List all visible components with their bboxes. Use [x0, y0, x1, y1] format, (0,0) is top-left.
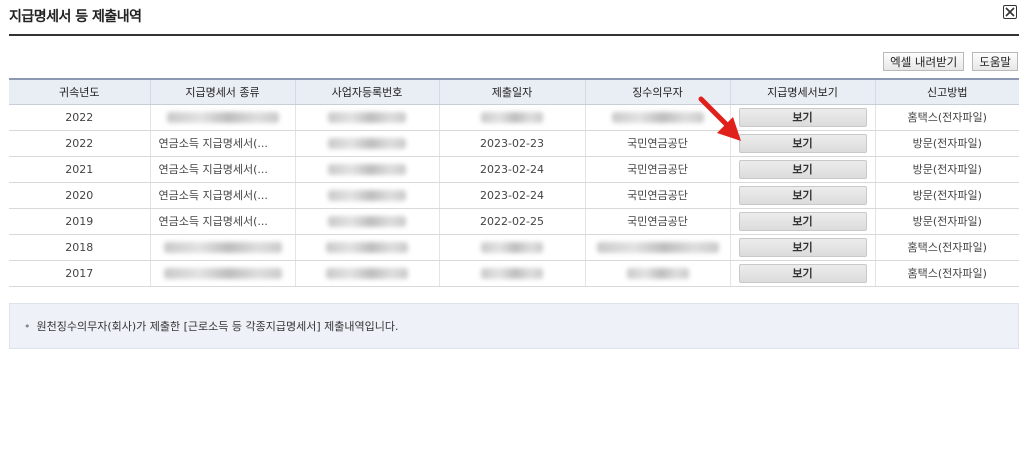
cell-payer-redacted — [584, 234, 730, 261]
cell-bizno-redacted — [294, 182, 439, 209]
cell-method: 방문(전자파일) — [874, 182, 1019, 209]
cell-method: 홈택스(전자파일) — [874, 104, 1019, 131]
cell-method: 방문(전자파일) — [874, 156, 1019, 183]
cell-bizno-redacted — [294, 104, 439, 131]
cell-bizno-redacted — [294, 234, 439, 261]
cell-type-redacted — [149, 260, 295, 287]
cell-year: 2020 — [9, 182, 150, 209]
cell-bizno-redacted — [294, 208, 439, 235]
cell-year: 2019 — [9, 208, 150, 235]
submission-table: 귀속년도 지급명세서 종류 사업자등록번호 제출일자 징수의무자 지급명세서보기… — [9, 78, 1019, 287]
table-row: 2018 보기 홈택스(전자파일) — [9, 234, 1019, 261]
cell-method: 방문(전자파일) — [874, 208, 1019, 235]
cell-year: 2021 — [9, 156, 150, 183]
view-button[interactable]: 보기 — [738, 107, 867, 127]
cell-type: 연금소득 지급명세서(... — [149, 130, 295, 157]
cell-method: 홈택스(전자파일) — [874, 234, 1019, 261]
cell-year: 2022 — [9, 130, 150, 157]
cell-year: 2018 — [9, 234, 150, 261]
table-row: 2017 보기 홈택스(전자파일) — [9, 260, 1019, 287]
toolbar: 엑셀 내려받기 도움말 — [883, 52, 1018, 71]
help-button[interactable]: 도움말 — [972, 52, 1018, 71]
cell-method: 홈택스(전자파일) — [874, 260, 1019, 287]
table-row: 2021 연금소득 지급명세서(... 2023-02-24 국민연금공단 보기… — [9, 156, 1019, 183]
view-button[interactable]: 보기 — [738, 237, 867, 257]
col-header-method: 신고방법 — [874, 78, 1019, 105]
table-row: 2022 연금소득 지급명세서(... 2023-02-23 국민연금공단 보기… — [9, 130, 1019, 157]
cell-bizno-redacted — [294, 130, 439, 157]
cell-payer: 국민연금공단 — [584, 208, 730, 235]
view-button[interactable]: 보기 — [738, 185, 867, 205]
cell-date-redacted — [438, 104, 585, 131]
close-icon[interactable] — [1003, 5, 1017, 19]
cell-type-redacted — [149, 104, 295, 131]
cell-method: 방문(전자파일) — [874, 130, 1019, 157]
cell-bizno-redacted — [294, 260, 439, 287]
bullet-icon: • — [24, 319, 31, 333]
col-header-year: 귀속년도 — [9, 78, 150, 105]
cell-type-redacted — [149, 234, 295, 261]
cell-date: 2022-02-25 — [438, 208, 585, 235]
col-header-payer: 징수의무자 — [584, 78, 730, 105]
cell-year: 2017 — [9, 260, 150, 287]
view-button[interactable]: 보기 — [738, 263, 867, 283]
col-header-type: 지급명세서 종류 — [149, 78, 295, 105]
cell-date: 2023-02-24 — [438, 182, 585, 209]
col-header-bizno: 사업자등록번호 — [294, 78, 439, 105]
notice-box: • 원천징수의무자(회사)가 제출한 [근로소득 등 각종지급명세서] 제출내역… — [9, 303, 1019, 349]
view-button[interactable]: 보기 — [738, 211, 867, 231]
col-header-date: 제출일자 — [438, 78, 585, 105]
notice-text: 원천징수의무자(회사)가 제출한 [근로소득 등 각종지급명세서] 제출내역입니… — [36, 320, 399, 333]
cell-payer: 국민연금공단 — [584, 182, 730, 209]
cell-date: 2023-02-24 — [438, 156, 585, 183]
view-button[interactable]: 보기 — [738, 133, 867, 153]
cell-type: 연금소득 지급명세서(... — [149, 208, 295, 235]
cell-type: 연금소득 지급명세서(... — [149, 182, 295, 209]
table-row: 2022 보기 홈택스(전자파일) — [9, 104, 1019, 131]
excel-download-button[interactable]: 엑셀 내려받기 — [883, 52, 965, 71]
col-header-view: 지급명세서보기 — [729, 78, 875, 105]
cell-payer-redacted — [584, 104, 730, 131]
cell-bizno-redacted — [294, 156, 439, 183]
table-header-row: 귀속년도 지급명세서 종류 사업자등록번호 제출일자 징수의무자 지급명세서보기… — [9, 78, 1019, 105]
cell-year: 2022 — [9, 104, 150, 131]
cell-date-redacted — [438, 260, 585, 287]
cell-payer-redacted — [584, 260, 730, 287]
cell-payer: 국민연금공단 — [584, 156, 730, 183]
view-button[interactable]: 보기 — [738, 159, 867, 179]
cell-date-redacted — [438, 234, 585, 261]
cell-payer: 국민연금공단 — [584, 130, 730, 157]
cell-date: 2023-02-23 — [438, 130, 585, 157]
table-row: 2019 연금소득 지급명세서(... 2022-02-25 국민연금공단 보기… — [9, 208, 1019, 235]
cell-type: 연금소득 지급명세서(... — [149, 156, 295, 183]
table-row: 2020 연금소득 지급명세서(... 2023-02-24 국민연금공단 보기… — [9, 182, 1019, 209]
title-divider — [9, 34, 1019, 36]
page-title: 지급명세서 등 제출내역 — [9, 9, 142, 25]
